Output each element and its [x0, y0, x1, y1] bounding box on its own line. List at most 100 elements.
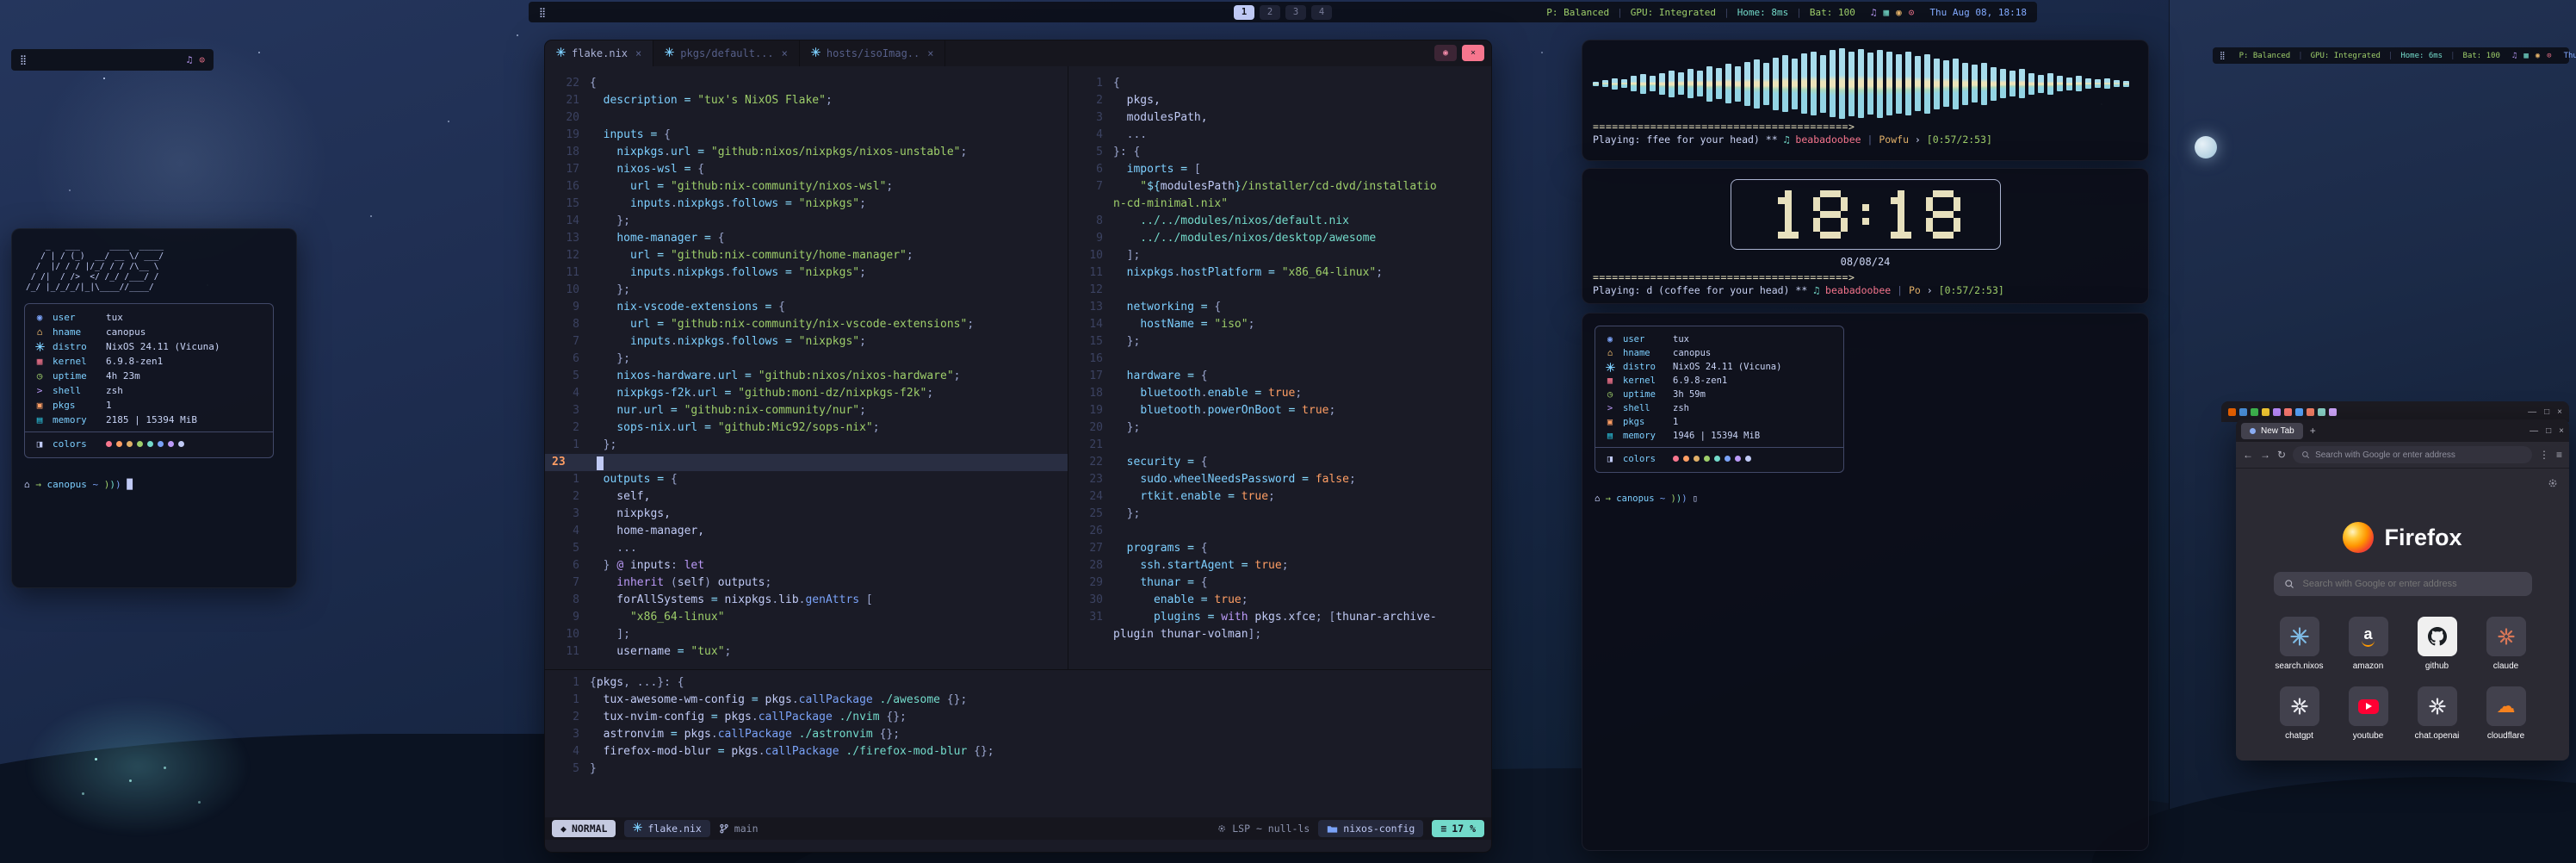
maximize-button[interactable]: □ — [2544, 407, 2549, 417]
personalize-gear-icon[interactable] — [2547, 477, 2559, 494]
shortcut-tile-github[interactable]: github — [2411, 617, 2464, 671]
line-number: 18 — [545, 144, 590, 161]
window-close-button[interactable]: × — [1462, 45, 1484, 61]
shortcut-tile-cloudflare[interactable]: ☁cloudflare — [2480, 686, 2533, 741]
fetch-terminal-window[interactable]: ◉usertux⌂hnamecanopusdistroNixOS 24.11 (… — [1582, 313, 2149, 851]
line-number: 14 — [1068, 316, 1113, 333]
tab-close-icon[interactable]: × — [782, 47, 788, 59]
keyboard-icon[interactable]: ▦ — [2523, 52, 2528, 60]
code-text: hostName = "iso"; — [1113, 316, 1254, 333]
tag-3[interactable]: 3 — [1285, 5, 1306, 20]
launcher-icon[interactable]: ⣿ — [20, 54, 27, 65]
tag-1[interactable]: 1 — [1234, 5, 1254, 20]
editor-tab-pkgs/default...[interactable]: pkgs/default...× — [653, 40, 800, 66]
launcher-icon[interactable]: ⣿ — [2220, 52, 2226, 60]
overflow-menu-icon[interactable]: ⋮ — [2539, 449, 2549, 461]
shell-prompt[interactable]: ⌂ → canopus ~ ))) ▯ — [1595, 494, 2136, 504]
shortcut-tile-amazon[interactable]: aamazon — [2342, 617, 2395, 671]
prompt-seg: ~ — [87, 479, 104, 490]
keyboard-icon[interactable]: ▦ — [1884, 7, 1890, 18]
fetch-row-hname: ⌂hnamecanopus — [34, 325, 264, 339]
code-line: 4 home-manager, — [545, 523, 1068, 540]
forward-button[interactable]: → — [2260, 449, 2270, 461]
code-text: plugin thunar-volman]; — [1113, 626, 1261, 643]
line-number: 21 — [545, 92, 590, 109]
terminal-window[interactable]: _ ___ ____ _____ / | / (_) __/ __ \/ ___… — [11, 228, 297, 588]
power-icon[interactable]: ⊙ — [2547, 52, 2551, 60]
code-line: 26 — [1068, 523, 1492, 540]
shell-icon: > — [1604, 403, 1616, 413]
editor-pane-pkgs[interactable]: 1{pkgs, ...}: {1 tux-awesome-wm-config =… — [545, 669, 1491, 817]
code-text: tux-nvim-config = pkgs.callPackage ./nvi… — [590, 709, 907, 726]
window-pin-button[interactable]: ◉ — [1434, 45, 1457, 61]
code-text: ../../modules/nixos/desktop/awesome — [1113, 230, 1376, 247]
tab-new-tab[interactable]: New Tab — [2241, 423, 2303, 439]
kernel-icon: ▦ — [34, 356, 46, 367]
editor-tab-flake.nix[interactable]: flake.nix× — [545, 40, 653, 66]
hname-icon: ⌂ — [34, 326, 46, 338]
code-line: 1 outputs = { — [545, 471, 1068, 488]
code-line: 2 self, — [545, 488, 1068, 506]
cava-bar — [1867, 53, 1873, 115]
url-bar[interactable]: Search with Google or enter address — [2293, 446, 2532, 463]
fetch-value: tux — [1673, 334, 1689, 345]
line-number: 3 — [1068, 109, 1113, 127]
gear-icon — [1217, 823, 1227, 834]
new-tab-button[interactable]: + — [2310, 425, 2316, 437]
launcher-icon[interactable]: ⣿ — [539, 7, 546, 18]
fetch-label: colors — [53, 438, 99, 450]
back-button[interactable]: ← — [2243, 449, 2253, 461]
editor-pane-iso[interactable]: 1{2 pkgs,3 modulesPath,4 ...5}: {6 impor… — [1068, 66, 1492, 669]
line-number: 6 — [545, 557, 590, 574]
tab-favicon — [2295, 408, 2303, 416]
tag-2[interactable]: 2 — [1260, 5, 1280, 20]
tag-4[interactable]: 4 — [1311, 5, 1332, 20]
shortcut-tile-youtube[interactable]: youtube — [2342, 686, 2395, 741]
power-icon[interactable]: ⊙ — [199, 54, 205, 65]
code-line: 15 }; — [1068, 333, 1492, 351]
playing-seg: Powfu — [1879, 133, 1909, 146]
code-line: 16 — [1068, 351, 1492, 368]
shell-prompt[interactable]: ⌂ → canopus ~ ))) █ — [24, 479, 284, 490]
code-text: ]; — [1113, 247, 1140, 264]
code-line: 3 modulesPath, — [1068, 109, 1492, 127]
power-icon[interactable]: ⊙ — [1909, 7, 1915, 18]
tab-close-icon[interactable]: × — [927, 47, 933, 59]
tab-label: hosts/isoImag.. — [827, 47, 920, 59]
editor-pane-flake[interactable]: 22{21 description = "tux's NixOS Flake";… — [545, 66, 1068, 669]
notifications-icon[interactable]: ◉ — [2536, 52, 2540, 60]
reload-button[interactable]: ↻ — [2277, 449, 2286, 461]
search-input[interactable] — [2301, 578, 2522, 590]
notifications-icon[interactable]: ◉ — [1896, 7, 1902, 18]
shortcut-tile-chat.openai[interactable]: chat.openai — [2411, 686, 2464, 741]
close-button[interactable]: × — [2559, 426, 2564, 436]
mode-indicator: ◆ NORMAL — [552, 820, 616, 837]
desktop: ⣿ ♫⊙ ⣿ 1234 P: Balanced|GPU: Integrated|… — [0, 0, 2576, 863]
shortcut-tile-search.nixos[interactable]: search.nixos — [2273, 617, 2326, 671]
fetch-value: zsh — [106, 385, 123, 396]
minimize-button[interactable]: — — [2530, 426, 2538, 436]
minimize-button[interactable]: — — [2528, 407, 2536, 417]
fetch-row-uptime: ◷uptime3h 59m — [1604, 388, 1835, 401]
app-menu-icon[interactable]: ≡ — [2556, 449, 2562, 461]
line-number: 2 — [1068, 92, 1113, 109]
music-icon[interactable]: ♫ — [1871, 7, 1877, 18]
maximize-button[interactable]: □ — [2546, 426, 2551, 436]
code-text: enable = true; — [1113, 592, 1248, 609]
code-line: 12 — [1068, 282, 1492, 299]
code-text: inputs.nixpkgs.follows = "nixpkgs"; — [590, 264, 866, 282]
shortcut-tile-chatgpt[interactable]: chatgpt — [2273, 686, 2326, 741]
shortcut-tile-claude[interactable]: claude — [2480, 617, 2533, 671]
nix-file-icon — [556, 47, 566, 59]
music-icon[interactable]: ♫ — [187, 54, 193, 65]
code-line: 10 }; — [545, 282, 1068, 299]
uptime-icon: ◷ — [1604, 389, 1616, 400]
tab-close-icon[interactable]: × — [635, 47, 641, 59]
editor-tab-hosts/isoImag..[interactable]: hosts/isoImag.. × — [800, 40, 946, 66]
close-button[interactable]: × — [2557, 407, 2562, 417]
music-icon[interactable]: ♫ — [2512, 52, 2517, 60]
code-text: }; — [590, 282, 630, 299]
color-dot — [1725, 456, 1731, 462]
fetch-label: kernel — [1623, 376, 1666, 386]
fetch-row-colors: ◨colors — [34, 437, 264, 451]
